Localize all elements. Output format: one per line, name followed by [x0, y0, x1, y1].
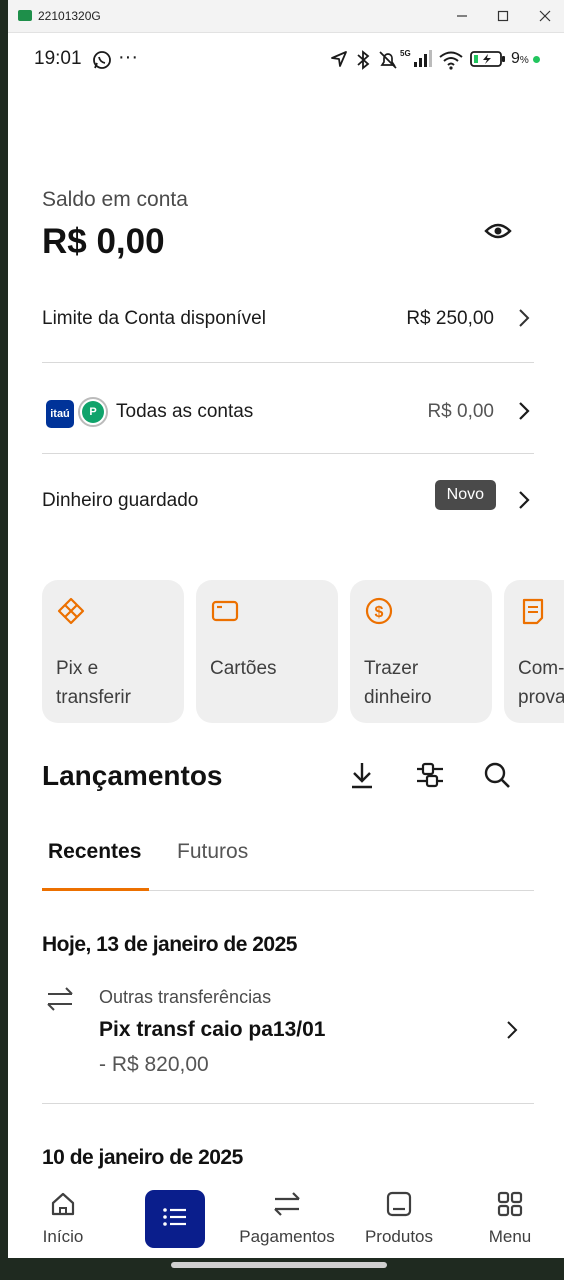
card-label: Pix e transferir [56, 658, 131, 708]
nav-label: Menu [488, 1227, 532, 1246]
nav-products[interactable]: Produtos [349, 1174, 449, 1258]
transactions-title: Lançamentos [42, 760, 223, 791]
chevron-right-icon [518, 401, 530, 426]
pix-icon [56, 596, 86, 631]
limit-label: Limite da Conta disponível [42, 308, 266, 329]
search-icon[interactable] [482, 760, 512, 795]
transfer-arrows-icon [272, 1190, 302, 1223]
transaction-description: Pix transf caio pa13/01 [99, 1018, 326, 1041]
product-box-icon [385, 1190, 413, 1223]
receipt-icon [518, 596, 548, 631]
pp-logo: P [78, 397, 108, 427]
svg-text:$: $ [375, 604, 384, 621]
limit-value: R$ 250,00 [406, 308, 494, 329]
card-receipts[interactable]: Com- prova [504, 580, 564, 723]
maximize-button[interactable] [489, 6, 517, 26]
shortcut-cards: Pix e transferir Cartões $ Trazer dinhei… [42, 580, 564, 723]
status-bar: 19:01 ··· 5G 9% [8, 34, 564, 84]
battery-percent: 9% [511, 50, 529, 67]
saved-money-row[interactable]: Dinheiro guardado Novo [42, 472, 534, 532]
nav-label: Produtos [364, 1227, 434, 1246]
download-icon[interactable] [348, 760, 376, 795]
nav-label: Início [42, 1227, 84, 1246]
card-cards[interactable]: Cartões [196, 580, 338, 723]
chevron-right-icon [518, 490, 530, 515]
grid-menu-icon [496, 1190, 524, 1223]
filter-icon[interactable] [414, 760, 446, 795]
nav-menu[interactable]: Menu [460, 1174, 560, 1258]
location-icon [330, 50, 348, 73]
divider [42, 362, 534, 363]
bottom-nav: Início Pagamentos Produtos Menu [8, 1174, 564, 1258]
svg-text:5G: 5G [400, 49, 411, 58]
card-label: Trazer dinheiro [364, 658, 432, 708]
bell-off-icon [378, 50, 398, 75]
dollar-circle-icon: $ [364, 596, 394, 631]
date-header: Hoje, 13 de janeiro de 2025 [42, 933, 297, 956]
active-tab-indicator [42, 888, 149, 891]
card-bring-money[interactable]: $ Trazer dinheiro [350, 580, 492, 723]
divider [42, 453, 534, 454]
all-accounts-row[interactable]: itaú P Todas as contas R$ 0,00 [42, 383, 534, 443]
account-limit-row[interactable]: Limite da Conta disponível R$ 250,00 [42, 290, 534, 350]
card-pix-transfer[interactable]: Pix e transferir [42, 580, 184, 723]
balance-label: Saldo em conta [42, 188, 188, 211]
minimize-button[interactable] [448, 6, 476, 26]
window-title-bar: 22101320G [8, 0, 564, 33]
bluetooth-icon [356, 50, 370, 75]
card-label: Com- prova [518, 658, 564, 708]
date-header: 10 de janeiro de 2025 [42, 1146, 243, 1169]
chevron-right-icon [506, 1020, 518, 1045]
card-label: Cartões [210, 658, 277, 679]
home-indicator[interactable] [171, 1262, 387, 1268]
whatsapp-icon [92, 50, 112, 75]
more-dots-icon: ··· [118, 46, 138, 68]
signal-5g-icon: 5G [400, 48, 434, 75]
close-button[interactable] [531, 6, 559, 26]
tab-recent[interactable]: Recentes [48, 840, 141, 864]
status-dot [533, 56, 540, 63]
eye-icon[interactable] [484, 218, 512, 249]
transaction-value: - R$ 820,00 [99, 1053, 209, 1076]
new-badge: Novo [434, 480, 496, 510]
transfer-arrows-icon [46, 986, 74, 1017]
nav-statement[interactable] [145, 1190, 205, 1248]
window-title: 22101320G [38, 9, 101, 23]
nav-label: Pagamentos [239, 1227, 335, 1246]
wifi-icon [438, 50, 464, 75]
balance-value: R$ 0,00 [42, 222, 165, 261]
chevron-right-icon [518, 308, 530, 333]
itau-logo: itaú [46, 400, 74, 428]
app-window: 22101320G 19:01 ··· 5G 9% Saldo em conta… [8, 0, 564, 1258]
all-accounts-value: R$ 0,00 [427, 401, 494, 422]
nav-payments[interactable]: Pagamentos [237, 1174, 337, 1258]
divider [42, 1103, 534, 1104]
nav-home[interactable]: Início [13, 1174, 113, 1258]
transaction-category: Outras transferências [99, 987, 272, 1007]
status-time: 19:01 [34, 48, 82, 69]
saved-money-label: Dinheiro guardado [42, 490, 199, 511]
card-icon [210, 596, 240, 631]
all-accounts-label: Todas as contas [116, 401, 254, 422]
app-icon [18, 10, 32, 21]
battery-icon [470, 50, 506, 73]
tab-future[interactable]: Futuros [177, 840, 248, 864]
list-icon [161, 1205, 189, 1234]
home-icon [49, 1190, 77, 1223]
